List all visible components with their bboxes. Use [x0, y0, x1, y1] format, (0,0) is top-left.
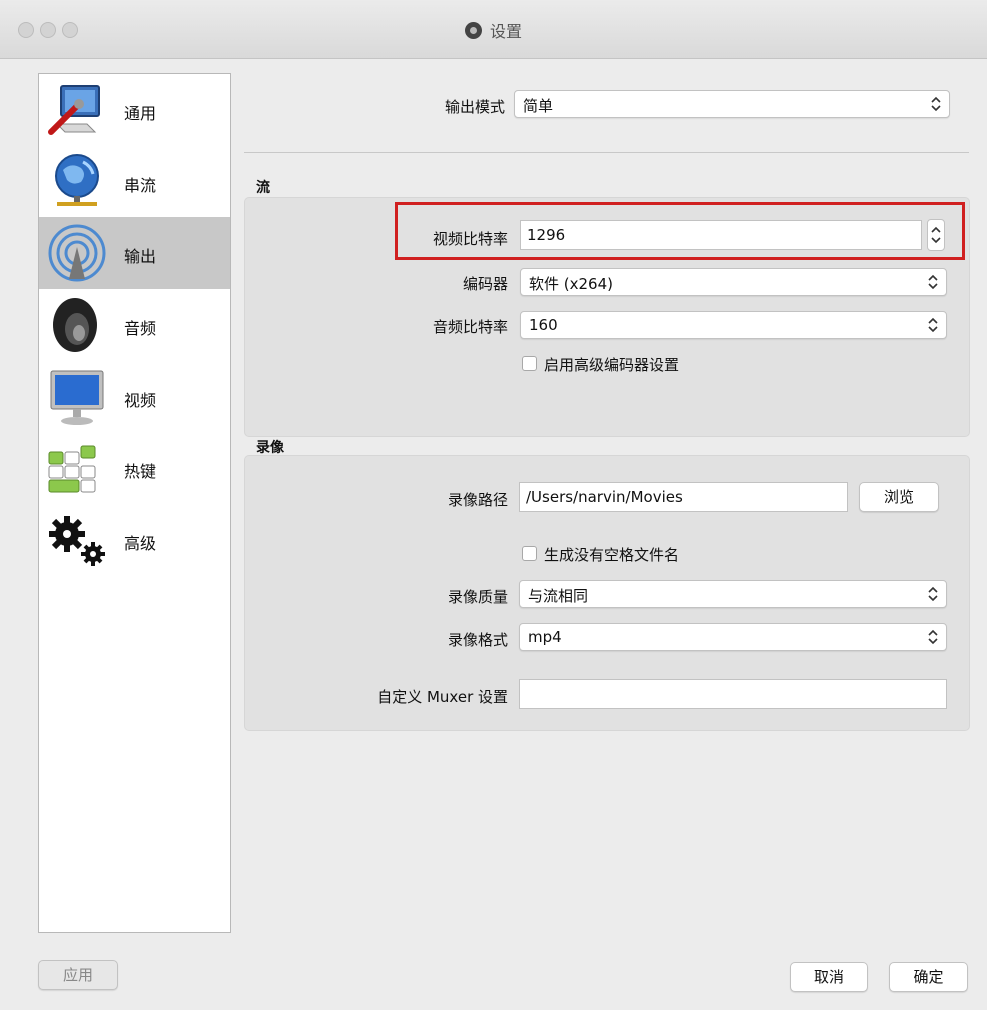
no-space-filename-label: 生成没有空格文件名 [544, 546, 680, 564]
recording-format-value: mp4 [528, 628, 562, 646]
sidebar-item-general[interactable]: 通用 [39, 74, 230, 146]
recording-format-label: 录像格式 [447, 631, 508, 649]
sidebar-item-label: 音频 [124, 319, 157, 338]
sidebar-item-label: 通用 [124, 104, 157, 123]
obs-logo-icon [464, 22, 482, 39]
recording-quality-label: 录像质量 [447, 588, 508, 606]
section-divider [244, 152, 969, 153]
recording-format-select[interactable]: mp4 [519, 623, 947, 651]
broadcast-output-icon [48, 224, 106, 282]
audio-bitrate-select[interactable]: 160 [520, 311, 947, 339]
stream-section-title: 流 [256, 180, 270, 196]
speaker-icon [53, 298, 97, 352]
window-title: 设置 [0, 18, 987, 42]
chevron-updown-icon [928, 274, 938, 290]
general-settings-icon [48, 85, 100, 135]
encoder-select[interactable]: 软件 (x264) [520, 268, 947, 296]
recording-section-title: 录像 [256, 440, 284, 456]
sidebar-item-label: 热键 [124, 462, 157, 481]
highlight-annotation [395, 202, 965, 260]
encoder-value: 软件 (x264) [529, 275, 613, 293]
recording-path-label: 录像路径 [447, 491, 508, 509]
title-bar: 设置 [0, 0, 987, 59]
advanced-encoder-label: 启用高级编码器设置 [544, 356, 680, 374]
sidebar-item-label: 输出 [124, 247, 157, 266]
output-mode-label: 输出模式 [444, 98, 505, 116]
browse-button[interactable]: 浏览 [859, 482, 939, 512]
gears-icon [49, 516, 105, 566]
sidebar-item-label: 高级 [124, 534, 157, 553]
custom-muxer-input[interactable] [519, 679, 947, 709]
chevron-updown-icon [928, 629, 938, 645]
audio-bitrate-label: 音频比特率 [432, 318, 508, 336]
chevron-updown-icon [931, 96, 941, 112]
ok-button[interactable]: 确定 [889, 962, 968, 992]
sidebar-item-audio[interactable]: 音频 [39, 289, 230, 361]
advanced-encoder-checkbox[interactable] [522, 356, 537, 371]
keyboard-icon [48, 445, 96, 493]
custom-muxer-label: 自定义 Muxer 设置 [377, 688, 508, 706]
globe-network-icon [55, 154, 99, 206]
output-mode-value: 简单 [523, 97, 554, 115]
apply-button[interactable]: 应用 [38, 960, 118, 990]
chevron-updown-icon [928, 317, 938, 333]
output-mode-select[interactable]: 简单 [514, 90, 950, 118]
settings-sidebar: 通用 串流 输出 音频 视频 热键 高级 [38, 73, 231, 933]
monitor-icon [50, 370, 104, 425]
sidebar-item-output[interactable]: 输出 [39, 217, 230, 289]
audio-bitrate-value: 160 [529, 316, 558, 334]
recording-quality-value: 与流相同 [528, 587, 589, 605]
sidebar-item-advanced[interactable]: 高级 [39, 504, 230, 576]
sidebar-item-hotkeys[interactable]: 热键 [39, 432, 230, 504]
chevron-updown-icon [928, 586, 938, 602]
sidebar-item-video[interactable]: 视频 [39, 361, 230, 433]
recording-path-value: /Users/narvin/Movies [526, 488, 683, 506]
no-space-filename-checkbox[interactable] [522, 546, 537, 561]
encoder-label: 编码器 [462, 275, 508, 293]
sidebar-item-label: 串流 [124, 176, 157, 195]
recording-quality-select[interactable]: 与流相同 [519, 580, 947, 608]
window-title-text: 设置 [489, 22, 522, 41]
cancel-button[interactable]: 取消 [790, 962, 868, 992]
recording-path-input[interactable]: /Users/narvin/Movies [519, 482, 848, 512]
sidebar-item-stream[interactable]: 串流 [39, 146, 230, 218]
sidebar-item-label: 视频 [124, 391, 157, 410]
